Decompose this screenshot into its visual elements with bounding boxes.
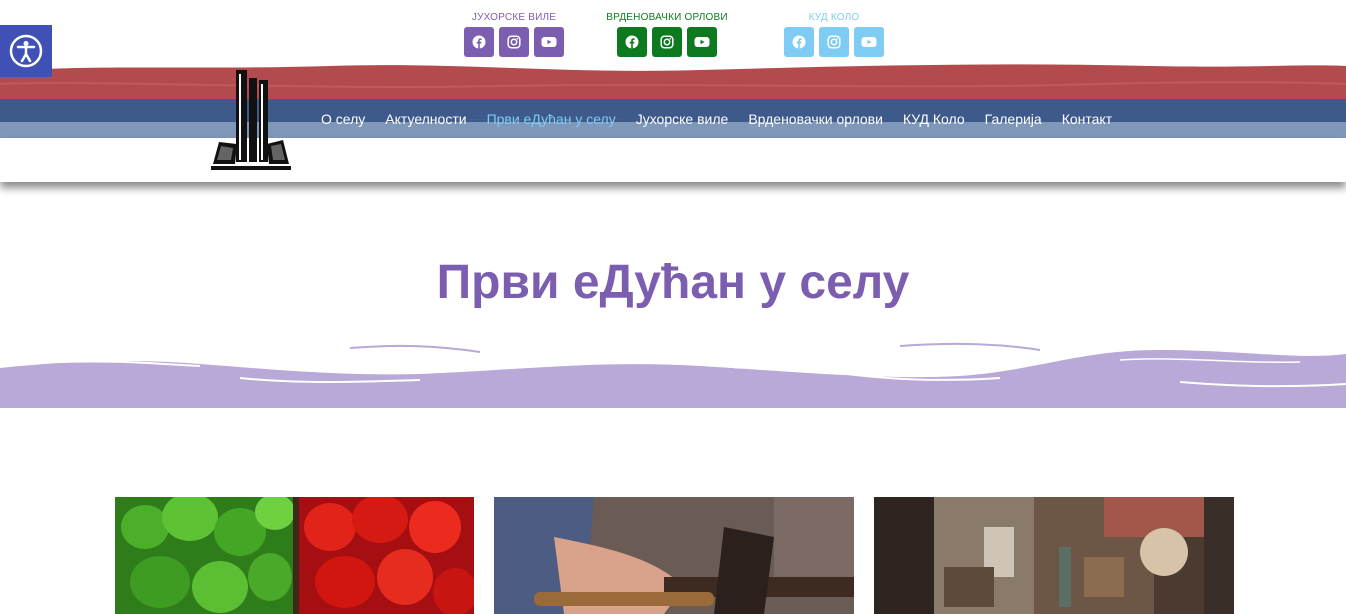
accessibility-icon (9, 34, 43, 68)
nav-item-juhorske-vile[interactable]: Јухорске виле (636, 111, 729, 127)
wave-divider (0, 342, 1346, 408)
nav-item-aktuelnosti[interactable]: Актуелности (385, 111, 466, 127)
facebook-button[interactable] (464, 27, 494, 57)
social-group-juhorske-vile: ЈУХОРСКЕ ВИЛЕ (464, 10, 564, 57)
instagram-icon (660, 35, 674, 49)
main-nav: О селу Актуелности Први еДућан у селу Ју… (321, 99, 1132, 139)
hammer-image (494, 497, 854, 614)
site-logo[interactable] (209, 68, 293, 172)
facebook-button[interactable] (784, 27, 814, 57)
instagram-button[interactable] (652, 27, 682, 57)
social-group-title: ЈУХОРСКЕ ВИЛЕ (471, 12, 557, 23)
social-group-kud-kolo: КУД КОЛО (784, 10, 884, 57)
nav-item-prvi-edukan[interactable]: Први еДућан у селу (487, 111, 616, 127)
social-group-title: КУД КОЛО (808, 12, 860, 23)
youtube-icon (861, 36, 877, 48)
workshop-image (874, 497, 1234, 614)
youtube-button[interactable] (534, 27, 564, 57)
header-white-strip (0, 138, 1346, 182)
social-group-vrdenovacki-orlovi: ВРДЕНОВАЧКИ ОРЛОВИ (606, 10, 728, 57)
nav-item-galerija[interactable]: Галерија (985, 111, 1042, 127)
nav-item-kud-kolo[interactable]: КУД Коло (903, 111, 965, 127)
facebook-icon (792, 35, 806, 49)
youtube-icon (694, 36, 710, 48)
nav-item-o-selu[interactable]: О селу (321, 111, 365, 127)
instagram-button[interactable] (819, 27, 849, 57)
card-workshop[interactable] (874, 497, 1234, 614)
nav-item-kontakt[interactable]: Контакт (1062, 111, 1112, 127)
social-links: ЈУХОРСКЕ ВИЛЕ ВРДЕНОВАЧКИ ОРЛОВИ КУД КОЛ… (0, 10, 1346, 60)
social-group-title: ВРДЕНОВАЧКИ ОРЛОВИ (606, 12, 728, 23)
instagram-icon (507, 35, 521, 49)
youtube-icon (541, 36, 557, 48)
facebook-button[interactable] (617, 27, 647, 57)
facebook-icon (472, 35, 486, 49)
page-title: Први еДућан у селу (436, 256, 910, 309)
facebook-icon (625, 35, 639, 49)
instagram-icon (827, 35, 841, 49)
instagram-button[interactable] (499, 27, 529, 57)
peppers-image (115, 497, 474, 614)
card-peppers[interactable] (115, 497, 474, 614)
accessibility-button[interactable] (0, 25, 52, 77)
youtube-button[interactable] (687, 27, 717, 57)
nav-item-vrdenovacki-orlovi[interactable]: Врденовачки орлови (748, 111, 883, 127)
youtube-button[interactable] (854, 27, 884, 57)
card-hammer[interactable] (494, 497, 854, 614)
